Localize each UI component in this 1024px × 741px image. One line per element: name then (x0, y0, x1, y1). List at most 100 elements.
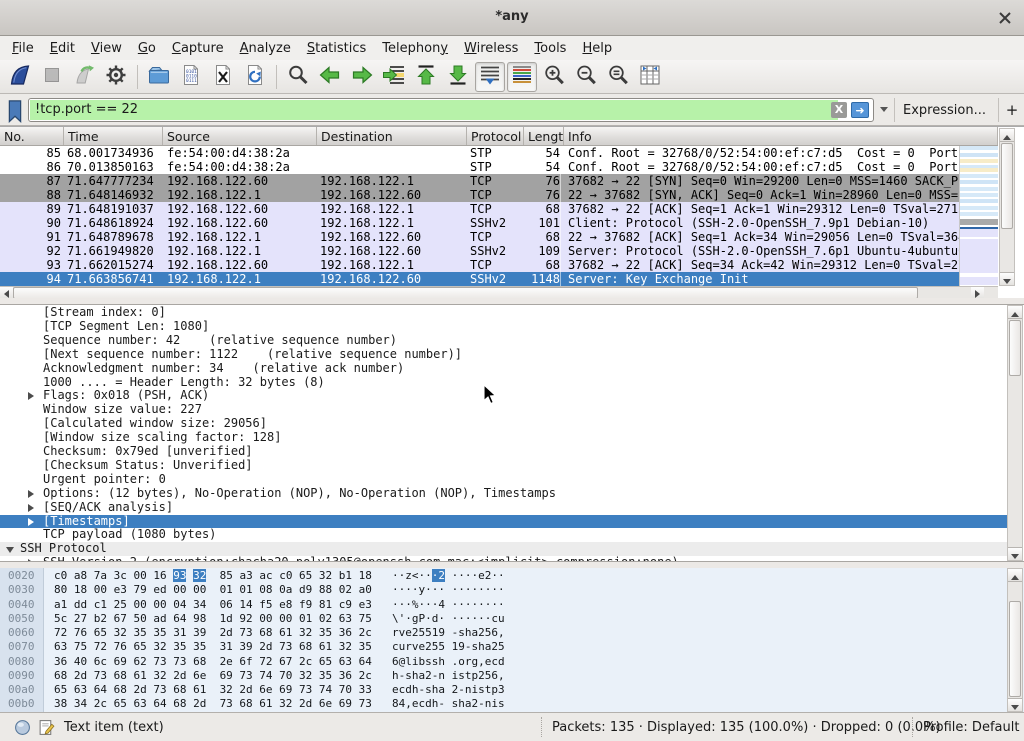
expander-expanded-icon[interactable] (6, 547, 14, 553)
menu-tools[interactable]: Tools (526, 38, 574, 59)
expander-collapsed-icon[interactable] (28, 518, 34, 526)
hex-row-0050[interactable]: 00505c 27 b2 67 50 ad 64 98 1d 92 00 00 … (0, 612, 1007, 626)
packet-row-92[interactable]: 9271.661949820192.168.122.1192.168.122.6… (0, 244, 959, 258)
scrollbar-thumb[interactable] (1001, 143, 1013, 229)
scrollbar-thumb[interactable] (1009, 601, 1021, 697)
display-filter-input[interactable]: !tcp.port == 22 (30, 100, 838, 120)
hex-row-0060[interactable]: 006072 76 65 32 35 35 31 39 2d 73 68 61 … (0, 626, 1007, 640)
scroll-up-icon[interactable] (1008, 569, 1022, 582)
detail-tree-item[interactable]: [Calculated window size: 29056] (0, 417, 1007, 431)
column-header-no[interactable]: No. (0, 127, 64, 146)
hex-row-0080[interactable]: 008036 40 6c 69 62 73 73 68 2e 6f 72 67 … (0, 655, 1007, 669)
capture-options-button[interactable] (101, 62, 131, 92)
detail-vscrollbar[interactable] (1007, 305, 1023, 561)
reload-file-button[interactable] (240, 62, 270, 92)
detail-tree-item[interactable]: Sequence number: 42 (relative sequence n… (0, 334, 1007, 348)
menu-telephony[interactable]: Telephony (374, 38, 456, 59)
detail-tree-item[interactable]: 1000 .... = Header Length: 32 bytes (8) (0, 376, 1007, 390)
packet-row-88[interactable]: 8871.648146932192.168.122.1192.168.122.6… (0, 188, 959, 202)
filter-bookmark-icon[interactable] (5, 99, 25, 121)
filter-add-button[interactable]: + (1004, 99, 1020, 121)
save-file-button[interactable]: 010101100111 (176, 62, 206, 92)
hex-row-00b0[interactable]: 00b038 34 2c 65 63 64 68 2d 73 68 61 32 … (0, 697, 1007, 711)
detail-tree-item[interactable]: [TCP Segment Len: 1080] (0, 320, 1007, 334)
zoom-in-button[interactable] (539, 62, 569, 92)
packet-row-85[interactable]: 8568.001734936fe:54:00:d4:38:2aSTP54Conf… (0, 146, 959, 160)
go-back-button[interactable] (315, 62, 345, 92)
packet-row-90[interactable]: 9071.648618924192.168.122.60192.168.122.… (0, 216, 959, 230)
open-file-button[interactable] (144, 62, 174, 92)
hex-vscrollbar[interactable] (1007, 568, 1023, 712)
expert-info-icon[interactable] (14, 719, 31, 736)
detail-tree-item[interactable]: [Next sequence number: 1122 (relative se… (0, 348, 1007, 362)
menu-wireless[interactable]: Wireless (456, 38, 526, 59)
column-header-protocol[interactable]: Protocol (467, 127, 524, 146)
colorize-button[interactable] (507, 62, 537, 92)
detail-tree-item[interactable]: Urgent pointer: 0 (0, 473, 1007, 487)
expression-button[interactable]: Expression... (903, 103, 986, 118)
expander-collapsed-icon[interactable] (28, 504, 34, 512)
menu-file[interactable]: File (4, 38, 42, 59)
detail-tree-item[interactable]: [Timestamps] (0, 515, 1007, 529)
packet-row-93[interactable]: 9371.662015274192.168.122.60192.168.122.… (0, 258, 959, 272)
detail-tree-item[interactable]: Options: (12 bytes), No-Operation (NOP),… (0, 487, 1007, 501)
detail-tree-item[interactable]: TCP payload (1080 bytes) (0, 528, 1007, 542)
menu-edit[interactable]: Edit (42, 38, 83, 59)
start-capture-button[interactable] (5, 62, 35, 92)
hex-row-0070[interactable]: 007063 75 72 76 65 32 35 35 31 39 2d 73 … (0, 640, 1007, 654)
scroll-down-icon[interactable] (1000, 272, 1014, 285)
find-packet-button[interactable] (283, 62, 313, 92)
detail-tree-item[interactable]: [SEQ/ACK analysis] (0, 501, 1007, 515)
go-last-button[interactable] (443, 62, 473, 92)
column-header-info[interactable]: Info (564, 127, 998, 146)
hex-row-0030[interactable]: 003080 18 00 e3 79 ed 00 00 01 01 08 0a … (0, 583, 1007, 597)
intelligent-scrollbar-minimap[interactable] (959, 146, 998, 286)
menu-statistics[interactable]: Statistics (299, 38, 374, 59)
hex-row-0020[interactable]: 0020c0 a8 7a 3c 00 16 93 32 85 a3 ac c0 … (0, 569, 1007, 583)
expander-collapsed-icon[interactable] (28, 392, 34, 400)
filter-clear-button[interactable]: X (831, 102, 847, 118)
detail-tree-item[interactable]: Checksum: 0x79ed [unverified] (0, 445, 1007, 459)
hex-row-00a0[interactable]: 00a065 63 64 68 2d 73 68 61 32 2d 6e 69 … (0, 683, 1007, 697)
detail-tree-item[interactable]: Window size value: 227 (0, 403, 1007, 417)
packet-row-89[interactable]: 8971.648191037192.168.122.60192.168.122.… (0, 202, 959, 216)
scroll-down-icon[interactable] (1008, 547, 1022, 560)
filter-dropdown-caret[interactable] (880, 107, 888, 112)
go-first-button[interactable] (411, 62, 441, 92)
zoom-reset-button[interactable] (603, 62, 633, 92)
detail-tree-item[interactable]: Acknowledgment number: 34 (relative ack … (0, 362, 1007, 376)
menu-capture[interactable]: Capture (164, 38, 232, 59)
packet-list-vscrollbar[interactable] (999, 128, 1015, 286)
column-header-length[interactable]: Length (524, 127, 564, 146)
hex-row-0090[interactable]: 009068 2d 73 68 61 32 2d 6e 69 73 74 70 … (0, 669, 1007, 683)
packet-row-87[interactable]: 8771.647777234192.168.122.60192.168.122.… (0, 174, 959, 188)
menu-view[interactable]: View (83, 38, 130, 59)
titlebar[interactable]: *any (0, 0, 1024, 36)
detail-tree-item[interactable]: [Stream index: 0] (0, 306, 1007, 320)
scroll-down-icon[interactable] (1008, 698, 1022, 711)
hex-row-0040[interactable]: 0040a1 dd c1 25 00 00 04 34 06 14 f5 e8 … (0, 598, 1007, 612)
detail-tree-item[interactable]: [Window size scaling factor: 128] (0, 431, 1007, 445)
close-file-button[interactable] (208, 62, 238, 92)
go-to-packet-button[interactable] (379, 62, 409, 92)
packet-row-86[interactable]: 8670.013850163fe:54:00:d4:38:2aSTP54Conf… (0, 160, 959, 174)
resize-columns-button[interactable] (635, 62, 665, 92)
profile-status[interactable]: Profile: Default (923, 720, 1019, 735)
detail-tree-item[interactable]: SSH Protocol (0, 542, 1007, 556)
detail-tree-item[interactable]: [Checksum Status: Unverified] (0, 459, 1007, 473)
column-header-source[interactable]: Source (163, 127, 317, 146)
capture-comment-icon[interactable] (38, 719, 55, 736)
restart-capture-button[interactable] (69, 62, 99, 92)
menu-help[interactable]: Help (574, 38, 620, 59)
column-header-destination[interactable]: Destination (317, 127, 467, 146)
stop-capture-button[interactable] (37, 62, 67, 92)
close-icon[interactable] (996, 9, 1014, 27)
detail-tree-item[interactable]: Flags: 0x018 (PSH, ACK) (0, 389, 1007, 403)
filter-apply-button[interactable]: ➜ (851, 102, 869, 118)
scroll-up-icon[interactable] (1008, 306, 1022, 319)
auto-scroll-button[interactable] (475, 62, 505, 92)
expander-collapsed-icon[interactable] (28, 490, 34, 498)
menu-analyze[interactable]: Analyze (232, 38, 299, 59)
column-header-time[interactable]: Time (64, 127, 163, 146)
zoom-out-button[interactable] (571, 62, 601, 92)
